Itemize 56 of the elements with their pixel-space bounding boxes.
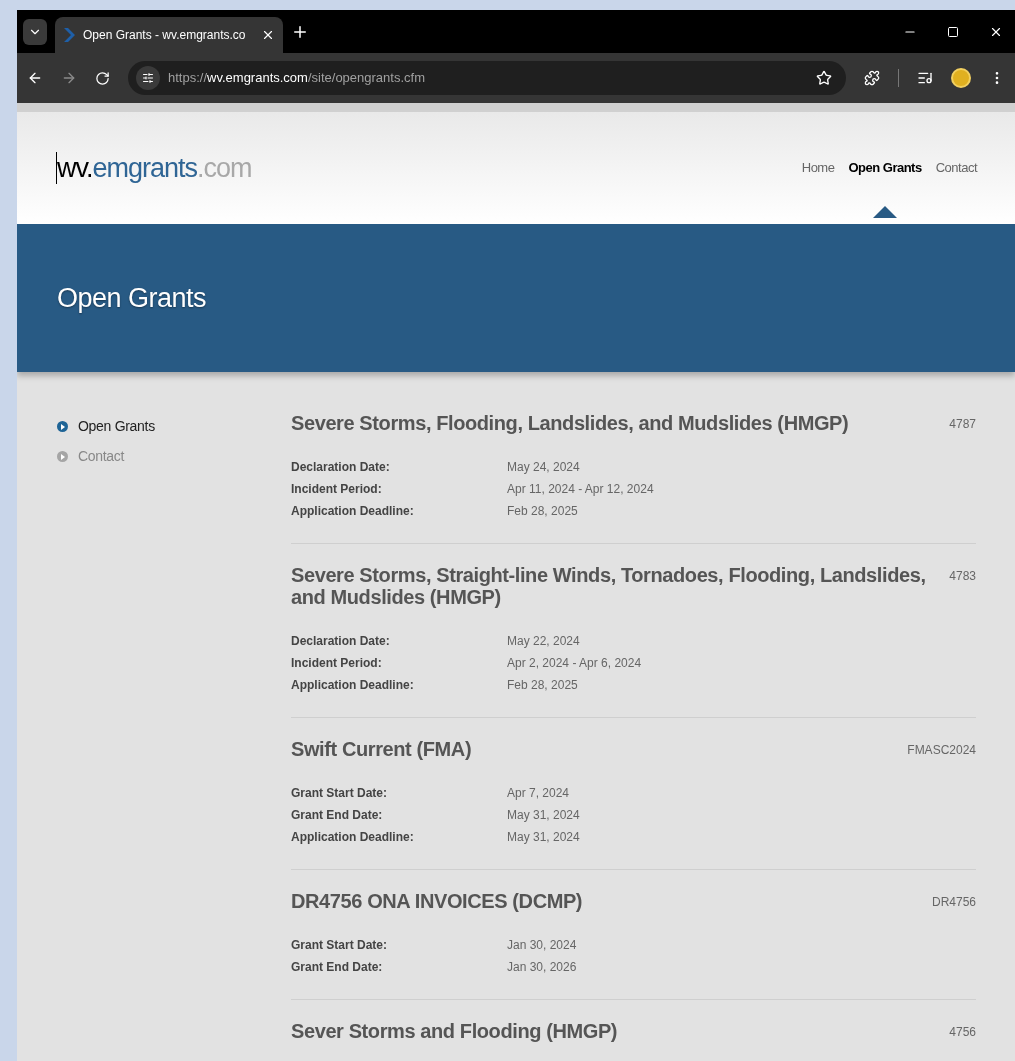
text-cursor xyxy=(56,152,57,184)
field-label: Grant End Date: xyxy=(291,807,384,824)
nav-link[interactable]: Home xyxy=(801,158,835,178)
grant-title[interactable]: DR4756 ONA INVOICES (DCMP) xyxy=(291,890,924,912)
field-value: Jan 30, 2026 xyxy=(507,959,577,976)
field-value: Feb 28, 2025 xyxy=(507,503,578,520)
play-bullet-icon xyxy=(57,451,68,462)
site-logo[interactable]: wv.emgrants.com xyxy=(57,147,252,189)
grant-code: 4787 xyxy=(949,416,976,433)
bookmark-star-icon[interactable] xyxy=(816,70,832,86)
field-label: Application Deadline: xyxy=(291,829,415,846)
field-value: May 22, 2024 xyxy=(507,633,580,650)
field-label: Grant Start Date: xyxy=(291,937,389,954)
field-label: Grant End Date: xyxy=(291,959,384,976)
address-bar[interactable]: https://wv.emgrants.com/site/opengrants.cfm xyxy=(128,61,846,95)
field-label: Grant Start Date: xyxy=(291,785,389,802)
grant-title[interactable]: Severe Storms, Flooding, Landslides, and Mudslides (HMGP) xyxy=(291,412,942,434)
url-text: https://wv.emgrants.com/site/opengrants.cfm xyxy=(168,69,425,88)
grant-title[interactable]: Swift Current (FMA) xyxy=(291,738,900,760)
media-icon[interactable] xyxy=(917,70,933,86)
field-value: Jan 30, 2024 xyxy=(507,937,577,954)
nav-link[interactable]: Contact xyxy=(935,158,977,178)
play-bullet-icon xyxy=(57,421,68,432)
field-label: Incident Period: xyxy=(291,481,383,498)
field-value: May 31, 2024 xyxy=(507,829,580,846)
grant-code: 4783 xyxy=(949,568,976,585)
tab-title: Open Grants - wv.emgrants.co xyxy=(83,27,246,44)
maximize-icon[interactable] xyxy=(947,25,959,38)
forward-icon[interactable] xyxy=(61,70,77,86)
banner-title: Open Grants xyxy=(57,281,207,315)
grant-code: DR4756 xyxy=(931,894,976,911)
grant-code: 4756 xyxy=(949,1024,976,1041)
profile-avatar-icon[interactable] xyxy=(951,68,971,88)
field-value: Apr 11, 2024 - Apr 12, 2024 xyxy=(507,481,654,498)
field-value: Feb 28, 2025 xyxy=(507,677,578,694)
browser-tab[interactable]: Open Grants - wv.emgrants.co xyxy=(55,17,283,53)
field-value: Apr 2, 2024 - Apr 6, 2024 xyxy=(507,655,642,672)
tab-list-button[interactable] xyxy=(23,18,47,45)
field-value: May 31, 2024 xyxy=(507,807,580,824)
close-icon[interactable] xyxy=(261,28,275,42)
extensions-icon[interactable] xyxy=(864,70,880,86)
field-label: Incident Period: xyxy=(291,655,383,672)
grant-code: FMASC2024 xyxy=(907,742,976,759)
field-value: Apr 7, 2024 xyxy=(507,785,570,802)
field-value: May 24, 2024 xyxy=(507,459,580,476)
field-label: Declaration Date: xyxy=(291,459,391,476)
back-icon[interactable] xyxy=(27,70,43,86)
field-label: Declaration Date: xyxy=(291,633,391,650)
field-label: Application Deadline: xyxy=(291,503,415,520)
grant-title[interactable]: Sever Storms and Flooding (HMGP) xyxy=(291,1020,942,1042)
chevron-logo-icon xyxy=(63,28,75,42)
reload-icon[interactable] xyxy=(95,70,110,86)
grant-title[interactable]: Severe Storms, Straight-line Winds, Tornadoes, Flooding, Landslides, and Mudslides (HMGP) xyxy=(291,564,942,608)
site-settings-icon[interactable] xyxy=(136,66,160,90)
field-label: Application Deadline: xyxy=(291,677,415,694)
sidebar-link[interactable]: Open Grants xyxy=(57,416,291,437)
